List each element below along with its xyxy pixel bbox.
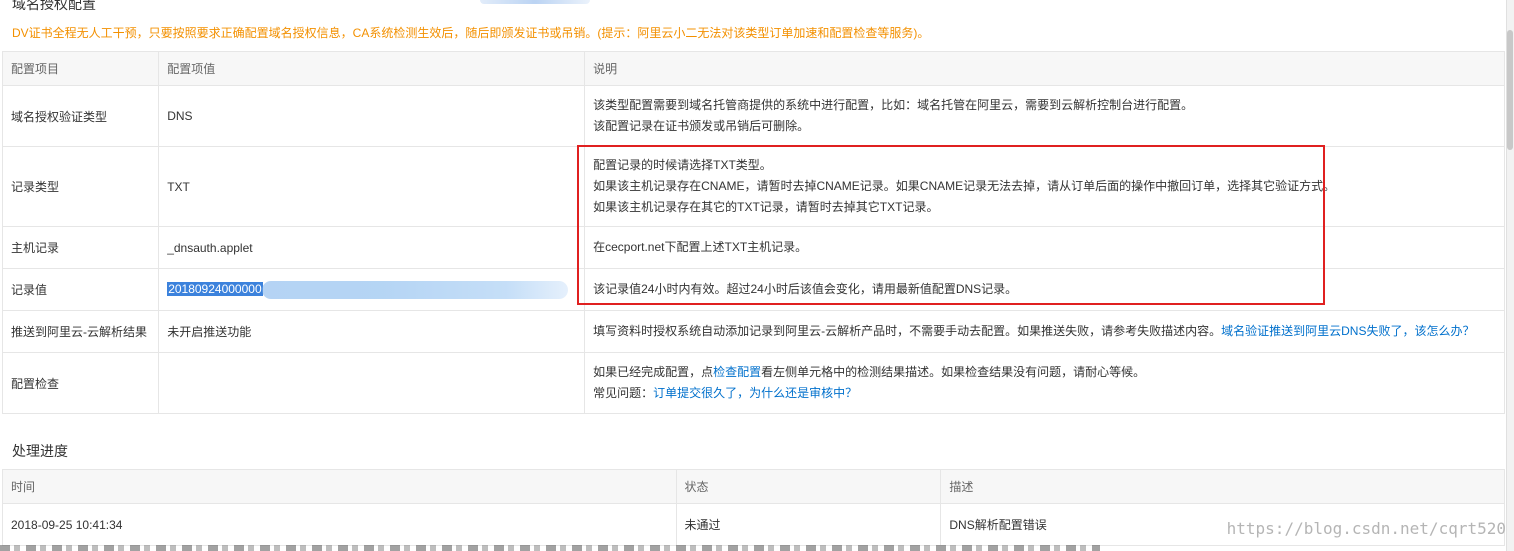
row-item: 配置检查: [1, 352, 160, 414]
desc-text: 看左侧单元格中的检测结果描述。如果检查结果没有问题，请耐心等候。: [761, 365, 1146, 379]
header-description: 描述: [940, 469, 1505, 504]
selected-record-value[interactable]: 20180924000000: [167, 281, 263, 296]
row-desc: 如果已经完成配置，点检查配置看左侧单元格中的检测结果描述。如果检查结果没有问题，…: [584, 352, 1505, 414]
table-header-row: 时间 状态 描述: [2, 469, 1505, 504]
progress-title: 处理进度: [12, 443, 68, 459]
table-row: 域名授权验证类型 DNS 该类型配置需要到域名托管商提供的系统中进行配置，比如：…: [1, 85, 1505, 147]
blurred-top-element: [480, 0, 590, 4]
faq-label: 常见问题：: [593, 386, 654, 400]
desc-line: 该类型配置需要到域名托管商提供的系统中进行配置，比如：域名托管在阿里云，需要到云…: [593, 98, 1194, 112]
row-value: 未开启推送功能: [158, 310, 586, 353]
header-description: 说明: [584, 51, 1505, 86]
cut-off-text-strip: [0, 545, 1100, 551]
header-time: 时间: [2, 469, 677, 504]
row-item: 记录值: [1, 268, 160, 311]
row-desc: 该类型配置需要到域名托管商提供的系统中进行配置，比如：域名托管在阿里云，需要到云…: [584, 85, 1505, 147]
row-value[interactable]: _dnsauth.applet: [158, 226, 586, 269]
table-row: 推送到阿里云-云解析结果 未开启推送功能 填写资料时授权系统自动添加记录到阿里云…: [1, 310, 1505, 353]
desc-text: 填写资料时授权系统自动添加记录到阿里云-云解析产品时，不需要手动去配置。如果推送…: [593, 324, 1222, 338]
row-item: 推送到阿里云-云解析结果: [1, 310, 160, 353]
header-status: 状态: [675, 469, 942, 504]
table-header-row: 配置项目 配置项值 说明: [1, 51, 1505, 86]
check-config-link[interactable]: 检查配置: [713, 365, 761, 379]
vertical-scrollbar[interactable]: [1506, 0, 1514, 551]
progress-status: 未通过: [675, 503, 942, 546]
progress-time: 2018-09-25 10:41:34: [2, 503, 677, 546]
desc-line: 该配置记录在证书颁发或吊销后可删除。: [593, 119, 810, 133]
desc-text: 如果已经完成配置，点: [593, 365, 714, 379]
row-value: [158, 352, 586, 414]
table-row: 配置检查 如果已经完成配置，点检查配置看左侧单元格中的检测结果描述。如果检查结果…: [1, 352, 1505, 414]
header-config-value: 配置项值: [158, 51, 586, 86]
row-desc: 填写资料时授权系统自动添加记录到阿里云-云解析产品时，不需要手动去配置。如果推送…: [584, 310, 1505, 353]
faq-review-link[interactable]: 订单提交很久了，为什么还是审核中？: [653, 386, 857, 400]
row-value[interactable]: 20180924000000: [158, 268, 586, 311]
row-value[interactable]: DNS: [158, 85, 586, 147]
red-highlight-box: [577, 145, 1325, 305]
redacted-value-blur: [261, 280, 568, 299]
row-item: 记录类型: [1, 146, 160, 227]
notice-text: DV证书全程无人工干预，只要按照要求正确配置域名授权信息，CA系统检测生效后，随…: [12, 26, 930, 40]
section-title: 域名授权配置: [12, 0, 96, 12]
watermark: https://blog.csdn.net/cqrt520: [1226, 519, 1506, 538]
row-item: 主机记录: [1, 226, 160, 269]
scrollbar-thumb[interactable]: [1507, 30, 1513, 150]
header-config-item: 配置项目: [1, 51, 160, 86]
dns-push-failed-help-link[interactable]: 域名验证推送到阿里云DNS失败了，该怎么办？: [1221, 324, 1474, 338]
row-value[interactable]: TXT: [158, 146, 586, 227]
row-item: 域名授权验证类型: [1, 85, 160, 147]
